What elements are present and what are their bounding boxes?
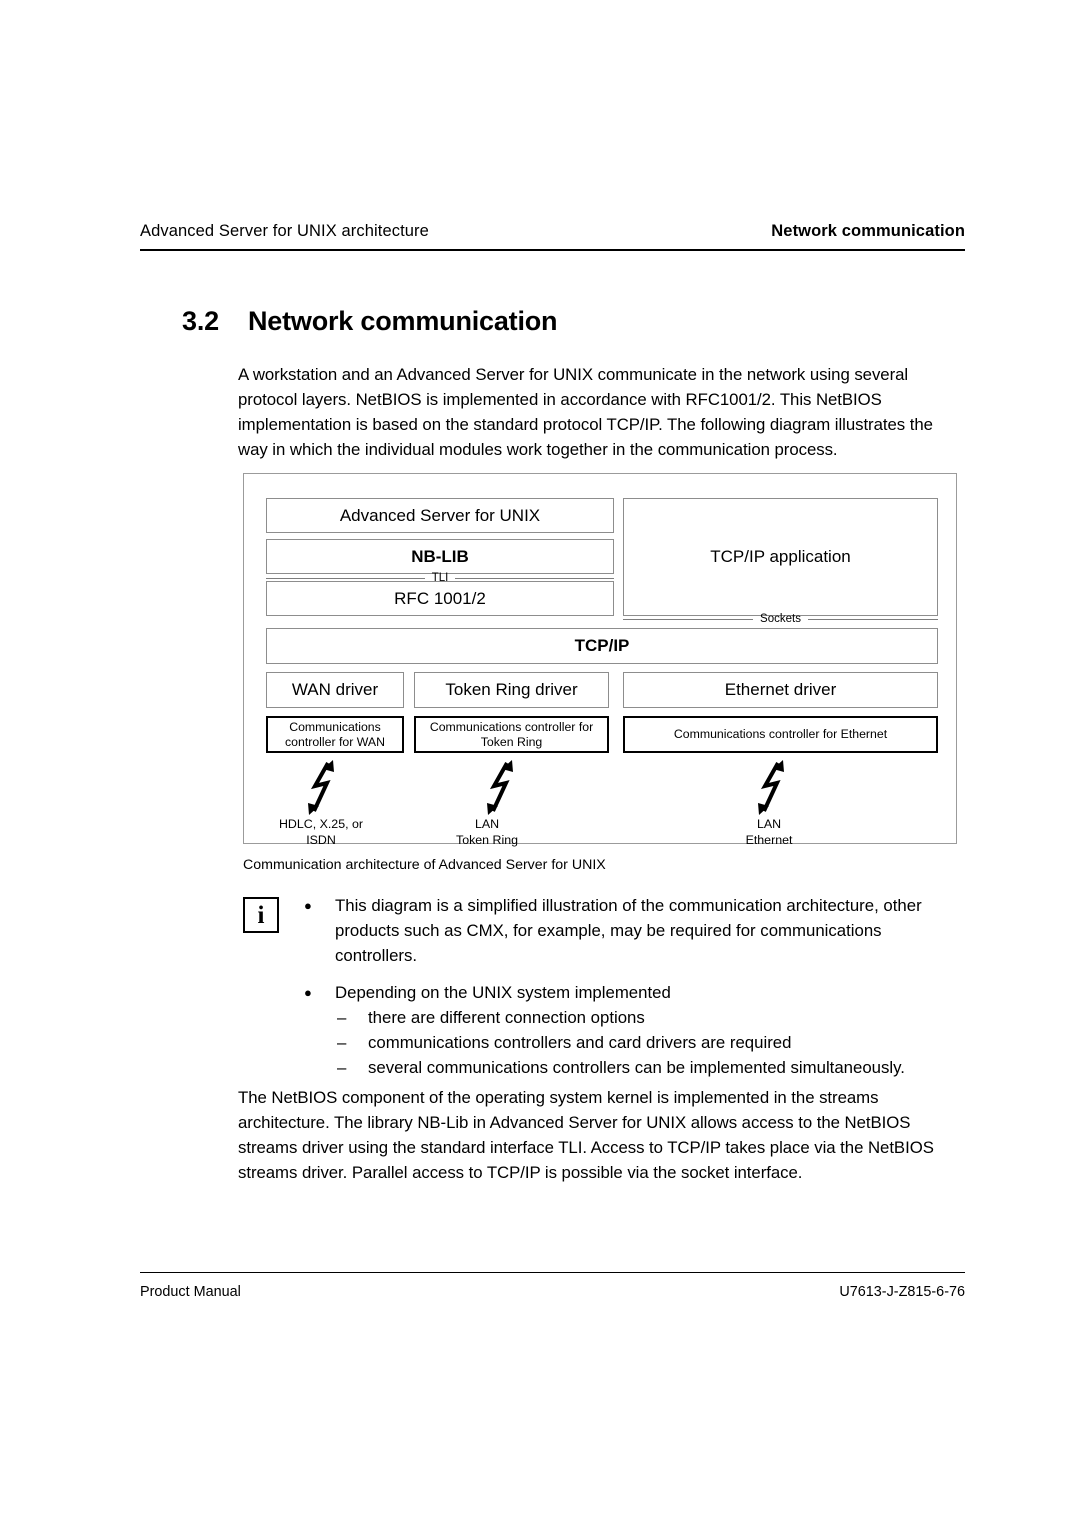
diagram-box-tcpip-application: TCP/IP application <box>623 498 938 616</box>
diagram-box-advanced-server: Advanced Server for UNIX <box>266 498 614 533</box>
sockets-text: Sockets <box>760 613 801 625</box>
diagram-box-token-ring-driver: Token Ring driver <box>414 672 609 708</box>
header-chapter-title: Advanced Server for UNIX architecture <box>140 222 429 240</box>
sockets-line-left <box>623 618 754 620</box>
interface-label-sockets: Sockets <box>623 612 939 626</box>
bullet-glyph-icon: ● <box>304 898 312 913</box>
diagram-box-tcpip: TCP/IP <box>266 628 938 664</box>
architecture-diagram: Advanced Server for UNIX NB-LIB TLI RFC … <box>243 473 957 847</box>
footer-divider <box>140 1272 965 1273</box>
page-footer: Product Manual U7613-J-Z815-6-76 <box>140 1284 965 1300</box>
dash-glyph-icon: – <box>337 1007 347 1027</box>
media-label-token-ring: LAN Token Ring <box>456 817 518 847</box>
note-sub-item: – there are different connection options <box>335 1005 965 1030</box>
figure-caption: Communication architecture of Advanced S… <box>243 857 606 873</box>
tli-line-right <box>455 577 614 579</box>
diagram-box-wan-driver: WAN driver <box>266 672 404 708</box>
dash-glyph-icon: – <box>337 1058 347 1078</box>
header-divider <box>140 249 965 251</box>
note-list-item: ● Depending on the UNIX system implement… <box>300 980 965 1081</box>
info-icon: i <box>243 897 279 933</box>
note-sub-item-text: several communications controllers can b… <box>368 1058 905 1078</box>
section-number: 3.2 <box>182 306 219 337</box>
zigzag-arrow-icon-wan <box>308 760 334 815</box>
diagram-box-ethernet-controller: Communications controller for Ethernet <box>623 716 938 753</box>
page-title: 3.2 Network communication <box>182 306 558 337</box>
footer-document-id: U7613-J-Z815-6-76 <box>839 1284 965 1300</box>
media-label-ethernet: LAN Ethernet <box>745 817 793 847</box>
section-title: Network communication <box>248 306 558 337</box>
note-sub-item-text: there are different connection options <box>368 1007 645 1027</box>
bullet-glyph-icon: ● <box>304 984 312 1000</box>
note-item-text: This diagram is a simplified illustratio… <box>335 896 922 966</box>
note-item-text: Depending on the UNIX system implemented <box>335 982 671 1002</box>
diagram-box-token-ring-controller: Communications controller for Token Ring <box>414 716 609 753</box>
intro-paragraph: A workstation and an Advanced Server for… <box>238 364 933 460</box>
zigzag-arrow-icon-token-ring <box>487 760 513 815</box>
footer-document-type: Product Manual <box>140 1284 241 1300</box>
note-sub-item: – communications controllers and card dri… <box>335 1030 965 1055</box>
note-list-item: ● This diagram is a simplified illustrat… <box>300 893 965 969</box>
diagram-box-wan-controller: Communications controller for WAN <box>266 716 404 753</box>
sockets-line-right <box>807 618 939 620</box>
page-running-header: Advanced Server for UNIX architecture Ne… <box>140 222 965 241</box>
note-block: ● This diagram is a simplified illustrat… <box>300 893 965 1080</box>
media-label-wan: HDLC, X.25, or ISDN <box>278 817 363 847</box>
closing-paragraph: The NetBIOS component of the operating s… <box>238 1087 934 1183</box>
note-sub-item: – several communications controllers can … <box>335 1055 965 1080</box>
zigzag-arrow-icon-ethernet <box>758 760 784 815</box>
diagram-box-ethernet-driver: Ethernet driver <box>623 672 938 708</box>
dash-glyph-icon: – <box>337 1033 347 1053</box>
note-sub-list: – there are different connection options … <box>335 1005 965 1081</box>
note-sub-item-text: communications controllers and card driv… <box>368 1033 792 1053</box>
diagram-box-rfc-1001-2: RFC 1001/2 <box>266 581 614 616</box>
header-section-title: Network communication <box>771 222 965 240</box>
tli-line-left <box>266 577 425 579</box>
diagram-box-nb-lib: NB-LIB <box>266 539 614 574</box>
